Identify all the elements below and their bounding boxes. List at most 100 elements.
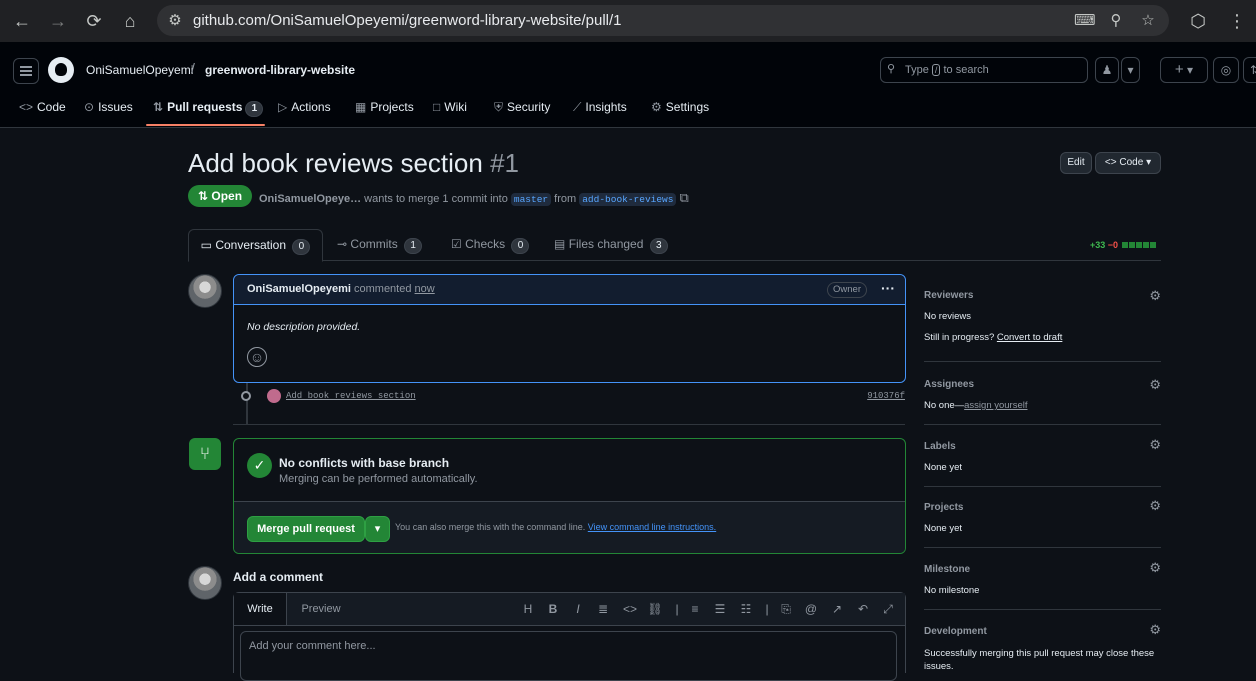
- copy-icon[interactable]: ⧉: [680, 190, 689, 205]
- search-input[interactable]: ⚲ Type / to search: [880, 57, 1088, 83]
- avatar[interactable]: [188, 274, 222, 308]
- fullscreen-icon[interactable]: ⤢: [879, 600, 897, 618]
- gear-icon[interactable]: ⚙: [1149, 377, 1161, 393]
- quote-icon[interactable]: ≣: [594, 600, 612, 618]
- commit-sha[interactable]: 910376f: [867, 391, 905, 401]
- book-icon: □: [433, 100, 441, 114]
- bold-icon[interactable]: B: [544, 600, 562, 618]
- pr-author[interactable]: OniSamuelOpeye…: [259, 193, 361, 205]
- code-icon: <>: [1104, 157, 1117, 168]
- progress-text: Still in progress?: [924, 332, 995, 343]
- create-new-button[interactable]: + ▾: [1160, 57, 1208, 83]
- heading-icon[interactable]: H: [519, 600, 537, 618]
- back-icon[interactable]: ←: [9, 8, 35, 34]
- tab-issues[interactable]: ⊙ Issues: [84, 100, 133, 126]
- tab-count: 0: [511, 238, 530, 254]
- comment-textarea[interactable]: Add your comment here...: [240, 631, 897, 681]
- tab-actions[interactable]: ▷ Actions: [278, 100, 331, 126]
- extensions-icon[interactable]: ⬡: [1185, 8, 1211, 34]
- copilot-dropdown[interactable]: ▾: [1121, 57, 1140, 83]
- browser-menu-icon[interactable]: ⋮: [1224, 8, 1250, 34]
- tab-insights[interactable]: ⟋ Insights: [573, 100, 627, 126]
- attach-file-icon[interactable]: ⎘: [777, 600, 795, 618]
- site-info-icon[interactable]: ⚙: [165, 11, 185, 31]
- head-branch[interactable]: add-book-reviews: [579, 193, 677, 206]
- tab-settings[interactable]: ⚙ Settings: [651, 100, 709, 126]
- draft-prompt: Still in progress? Convert to draft: [924, 332, 1062, 343]
- undo-icon[interactable]: ↶: [854, 600, 872, 618]
- merge-pull-request-button[interactable]: Merge pull request: [247, 516, 365, 542]
- code-button-label: Code: [1119, 157, 1144, 168]
- bulleted-list-icon[interactable]: ☰: [711, 600, 729, 618]
- home-icon[interactable]: ⌂: [117, 8, 143, 34]
- repo-owner-link[interactable]: OniSamuelOpeyemi: [86, 63, 193, 77]
- tab-label: Commits: [350, 237, 398, 251]
- tab-label: Actions: [291, 100, 331, 114]
- cross-reference-icon[interactable]: ↗: [828, 600, 846, 618]
- assign-yourself-link[interactable]: assign yourself: [964, 400, 1027, 411]
- address-bar[interactable]: ⚙ github.com/OniSamuelOpeyemi/greenword-…: [157, 5, 1169, 36]
- pr-meta: OniSamuelOpeye… wants to merge 1 commit …: [259, 190, 689, 206]
- menu-button[interactable]: [13, 58, 39, 84]
- tab-write[interactable]: Write: [234, 593, 287, 625]
- italic-icon[interactable]: I: [569, 600, 587, 618]
- convert-to-draft-link[interactable]: Convert to draft: [997, 332, 1062, 343]
- play-icon: ▷: [278, 100, 288, 114]
- forward-icon[interactable]: →: [45, 8, 71, 34]
- tab-label: Pull requests: [167, 100, 243, 114]
- tab-code[interactable]: <> Code: [19, 100, 66, 126]
- zoom-icon[interactable]: ⚲: [1106, 11, 1126, 31]
- gear-icon[interactable]: ⚙: [1149, 498, 1161, 514]
- tab-projects[interactable]: ▦ Projects: [355, 100, 414, 126]
- github-logo-icon[interactable]: [48, 57, 74, 83]
- issues-button[interactable]: ◎: [1213, 57, 1239, 83]
- repo-name-link[interactable]: greenword-library-website: [205, 63, 355, 77]
- edit-title-button[interactable]: Edit: [1060, 152, 1092, 174]
- avatar[interactable]: [188, 566, 222, 600]
- tab-security[interactable]: ⛨ Security: [494, 100, 550, 126]
- labels-value: None yet: [924, 462, 963, 473]
- pull-requests-button[interactable]: ⇅: [1243, 57, 1256, 83]
- task-list-icon[interactable]: ☷: [737, 600, 755, 618]
- code-icon[interactable]: <>: [621, 600, 639, 618]
- tab-preview[interactable]: Preview: [286, 593, 356, 625]
- comment-time[interactable]: now: [415, 283, 435, 295]
- numbered-list-icon[interactable]: ≡: [686, 600, 704, 618]
- issue-icon: ⊙: [84, 100, 95, 114]
- command-line-instructions-link[interactable]: View command line instructions.: [588, 522, 716, 532]
- code-button[interactable]: <> Code ▾: [1095, 152, 1161, 174]
- mention-icon[interactable]: @: [802, 600, 820, 618]
- gear-icon[interactable]: ⚙: [1149, 560, 1161, 576]
- tab-commits[interactable]: ⊸ Commits 1: [337, 229, 423, 260]
- code-icon: <>: [19, 100, 34, 114]
- tab-label: Insights: [585, 100, 627, 114]
- gear-icon[interactable]: ⚙: [1149, 437, 1161, 453]
- gear-icon[interactable]: ⚙: [1149, 288, 1161, 304]
- install-icon[interactable]: ⌨: [1074, 11, 1096, 31]
- status-label: Open: [211, 189, 243, 203]
- smiley-icon[interactable]: ☺: [247, 347, 267, 367]
- commit-message[interactable]: Add book reviews section: [286, 391, 416, 401]
- plus-icon: +: [1174, 61, 1184, 78]
- kebab-menu-icon[interactable]: ···: [881, 280, 895, 296]
- chevron-down-icon: ▾: [1187, 63, 1194, 77]
- bookmark-icon[interactable]: ☆: [1138, 11, 1158, 31]
- tab-wiki[interactable]: □ Wiki: [433, 100, 467, 126]
- add-comment-heading: Add a comment: [233, 570, 324, 584]
- gear-icon[interactable]: ⚙: [1149, 622, 1161, 638]
- pr-tabs-divider: [188, 260, 1161, 261]
- copilot-button[interactable]: ♟: [1095, 57, 1119, 83]
- breadcrumb-separator: /: [191, 60, 195, 76]
- link-icon[interactable]: ⛓: [646, 600, 664, 618]
- tab-pull-requests[interactable]: ⇅ Pull requests 1: [153, 100, 264, 126]
- assignees-heading: Assignees: [924, 379, 975, 390]
- base-branch[interactable]: master: [510, 193, 552, 206]
- tab-conversation[interactable]: ▭ Conversation 0: [188, 229, 323, 262]
- comment-author[interactable]: OniSamuelOpeyemi: [247, 283, 351, 295]
- merge-method-dropdown[interactable]: ▾: [365, 516, 390, 542]
- tab-checks[interactable]: ☑ Checks 0: [451, 229, 530, 260]
- timeline-divider: [233, 424, 905, 425]
- reload-icon[interactable]: ⟳: [81, 8, 107, 34]
- tab-files-changed[interactable]: ▤ Files changed 3: [554, 229, 668, 260]
- tab-label: Projects: [370, 100, 414, 114]
